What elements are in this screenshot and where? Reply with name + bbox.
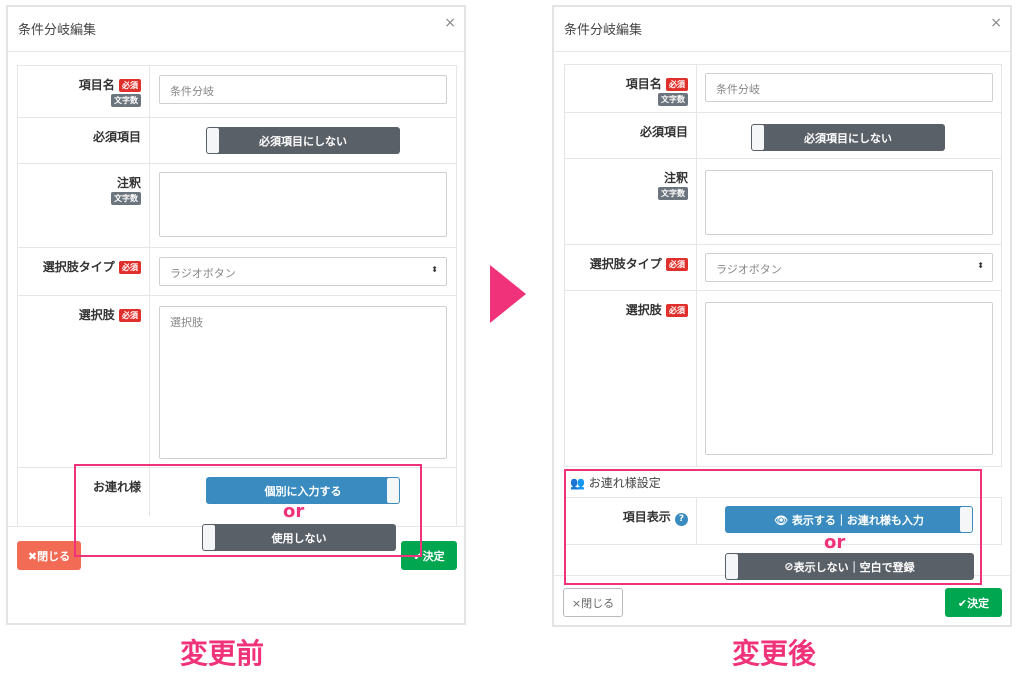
modal-title: 条件分岐編集 xyxy=(18,23,97,38)
select-arrows-icon: ⬍ xyxy=(431,265,438,274)
required-badge: 必須 xyxy=(119,261,141,274)
divider xyxy=(554,51,1010,52)
required-badge: 必須 xyxy=(119,79,141,92)
label: 必須項目 xyxy=(18,118,150,163)
form-table: 項目名 必須 文字数 条件分岐 必須項目 必須項目にしない 注釈 文字数 選択肢タイ… xyxy=(17,65,457,527)
label: 注釈 xyxy=(663,171,688,185)
close-button[interactable]: ×閉じる xyxy=(563,588,623,617)
close-icon[interactable]: × xyxy=(444,15,456,31)
required-toggle[interactable]: 必須項目にしない xyxy=(206,127,400,154)
required-badge: 必須 xyxy=(666,304,688,317)
highlight-box xyxy=(564,469,982,585)
label: 選択肢タイプ xyxy=(42,260,115,274)
modal-title: 条件分岐編集 xyxy=(564,23,643,38)
label: 項目名 xyxy=(625,77,662,91)
caption-after: 変更後 xyxy=(732,637,817,670)
close-button[interactable]: ✖閉じる xyxy=(17,541,81,570)
count-badge: 文字数 xyxy=(658,187,688,200)
name-input[interactable]: 条件分岐 xyxy=(159,75,447,104)
choices-textarea[interactable]: 選択肢 xyxy=(159,306,447,459)
note-textarea[interactable] xyxy=(705,170,993,235)
highlight-box xyxy=(74,464,422,557)
label: 選択肢タイプ xyxy=(589,257,662,271)
count-badge: 文字数 xyxy=(111,94,141,107)
select-arrows-icon: ⬍ xyxy=(977,261,984,270)
submit-button[interactable]: ✔決定 xyxy=(945,588,1002,617)
name-input[interactable]: 条件分岐 xyxy=(705,73,993,102)
divider xyxy=(8,51,464,52)
choices-textarea[interactable] xyxy=(705,302,993,455)
close-icon[interactable]: × xyxy=(990,15,1002,31)
choice-type-select[interactable]: ラジオボタン ⬍ xyxy=(159,257,447,286)
caption-before: 変更前 xyxy=(180,637,265,670)
label: 必須項目 xyxy=(565,113,697,158)
choice-type-select[interactable]: ラジオボタン ⬍ xyxy=(705,253,993,282)
label: 項目名 xyxy=(78,78,115,92)
arrow-right-icon xyxy=(490,265,526,323)
required-badge: 必須 xyxy=(666,258,688,271)
label: 注釈 xyxy=(116,176,141,190)
label: 選択肢 xyxy=(625,303,662,317)
count-badge: 文字数 xyxy=(658,93,688,106)
count-badge: 文字数 xyxy=(111,192,141,205)
required-badge: 必須 xyxy=(666,78,688,91)
note-textarea[interactable] xyxy=(159,172,447,237)
required-toggle[interactable]: 必須項目にしない xyxy=(751,124,945,151)
label: 選択肢 xyxy=(78,308,115,322)
form-table: 項目名 必須 文字数 条件分岐 必須項目 必須項目にしない 注釈 文字数 選択肢タイ… xyxy=(564,64,1002,467)
required-badge: 必須 xyxy=(119,309,141,322)
